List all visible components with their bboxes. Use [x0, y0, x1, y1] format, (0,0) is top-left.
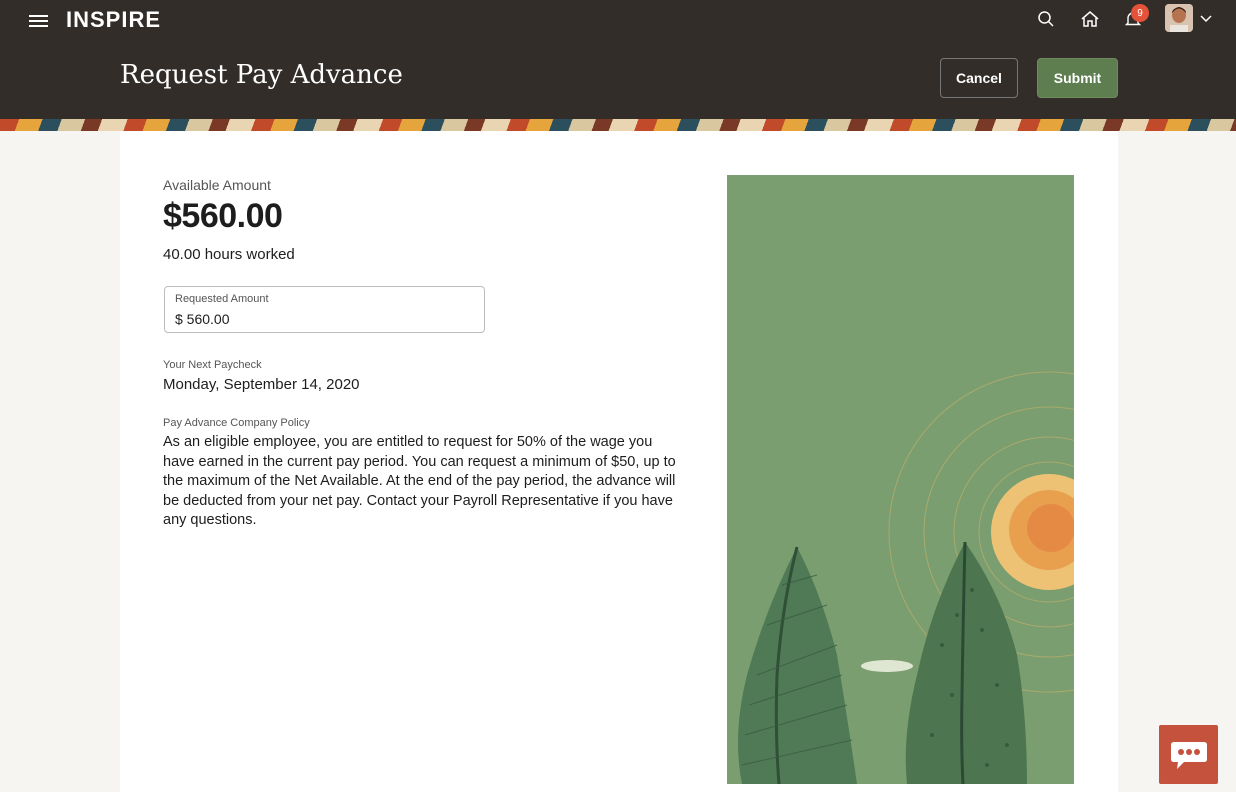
search-icon[interactable] — [1032, 6, 1060, 32]
cancel-button[interactable]: Cancel — [940, 58, 1018, 98]
chat-bubble-icon — [1170, 741, 1207, 769]
policy-text: As an eligible employee, you are entitle… — [163, 434, 676, 528]
requested-amount-field[interactable]: Requested Amount — [164, 286, 485, 333]
avatar[interactable] — [1165, 4, 1193, 32]
illustration-image — [727, 175, 1074, 784]
app-logo[interactable]: INSPIRE — [66, 7, 161, 33]
decorative-banner — [0, 119, 1236, 131]
requested-amount-input[interactable] — [175, 311, 465, 327]
next-paycheck-label: Your Next Paycheck — [163, 359, 262, 371]
notification-badge: 9 — [1131, 4, 1149, 22]
chat-button[interactable] — [1159, 725, 1218, 784]
page-title: Request Pay Advance — [120, 60, 403, 90]
submit-button[interactable]: Submit — [1037, 58, 1118, 98]
available-amount-value: $560.00 — [163, 197, 283, 235]
hours-worked: 40.00 hours worked — [163, 246, 295, 263]
home-icon[interactable] — [1076, 6, 1104, 32]
policy-label: Pay Advance Company Policy — [163, 417, 310, 429]
requested-amount-label: Requested Amount — [175, 293, 269, 305]
chevron-down-icon[interactable] — [1196, 6, 1216, 32]
available-amount-label: Available Amount — [163, 177, 271, 193]
menu-icon[interactable] — [29, 12, 48, 28]
top-header: INSPIRE 9 Request Pay Advance Cancel Sub… — [0, 0, 1236, 119]
next-paycheck-date: Monday, September 14, 2020 — [163, 376, 360, 393]
